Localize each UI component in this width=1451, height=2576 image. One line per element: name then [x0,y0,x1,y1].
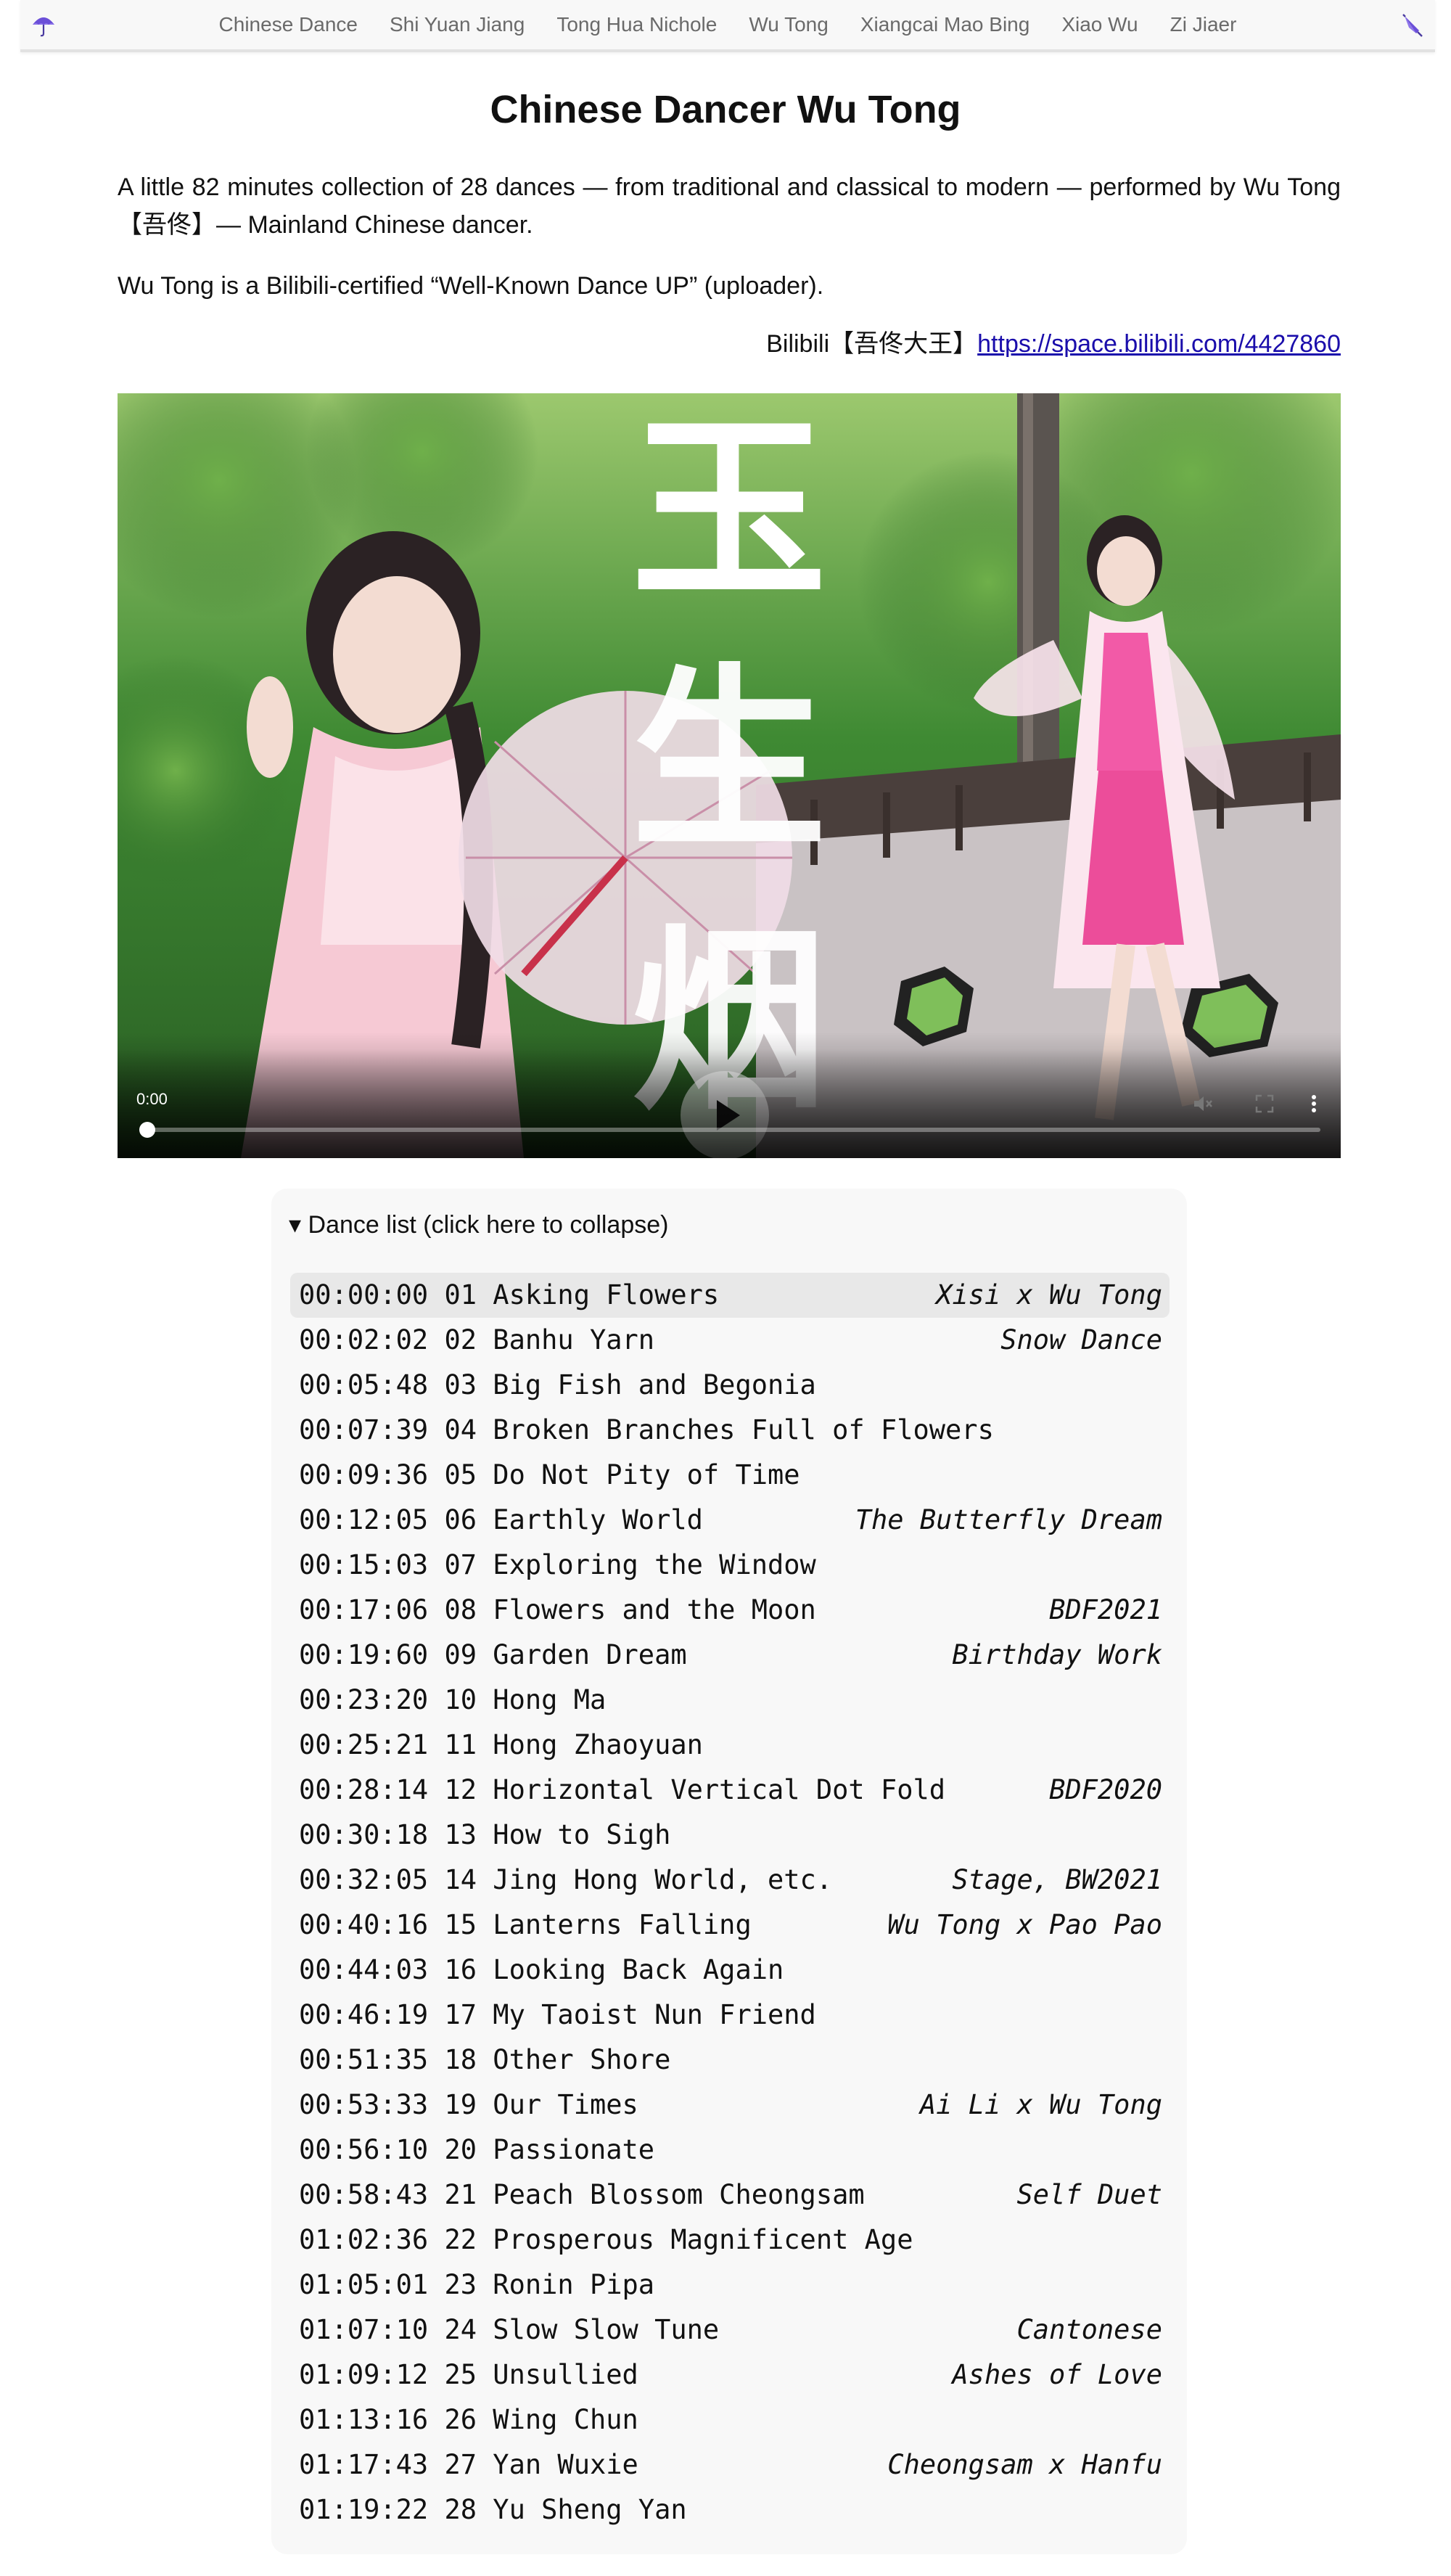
dance-title: 01:19:22 28 Yu Sheng Yan [299,2494,687,2525]
dance-note: The Butterfly Dream [855,1504,1162,1535]
dance-list-item[interactable]: 01:05:01 23 Ronin Pipa [290,2263,1170,2308]
dance-title: 00:32:05 14 Jing Hong World, etc. [299,1864,833,1895]
dance-title: 00:40:16 15 Lanterns Falling [299,1909,752,1940]
dance-note: Ai Li x Wu Tong [919,2089,1162,2120]
progress-knob[interactable] [139,1122,155,1138]
intro-paragraph: A little 82 minutes collection of 28 dan… [118,173,1341,239]
dance-list-item[interactable]: 00:17:06 08 Flowers and the Moon BDF2021 [290,1588,1170,1633]
dance-title: 01:17:43 27 Yan Wuxie [299,2449,638,2480]
bilibili-line: Bilibili【吾佟大王】https://space.bilibili.com… [118,325,1341,363]
dance-list-item[interactable]: 00:32:05 14 Jing Hong World, etc. Stage, … [290,1858,1170,1903]
dance-title: 00:44:03 16 Looking Back Again [299,1954,784,1985]
dance-title: 00:51:35 18 Other Shore [299,2044,671,2075]
dance-list: 00:00:00 01 Asking Flowers Xisi x Wu Tong… [290,1273,1170,2532]
dance-list-item[interactable]: 01:02:36 22 Prosperous Magnificent Age [290,2218,1170,2263]
certification-paragraph: Wu Tong is a Bilibili-certified “Well-Kn… [118,272,824,300]
dance-title: 01:13:16 26 Wing Chun [299,2404,638,2435]
dance-title: 00:17:06 08 Flowers and the Moon [299,1594,816,1625]
top-navigation: Chinese Dance Shi Yuan Jiang Tong Hua Ni… [20,0,1435,52]
mute-icon[interactable] [1191,1093,1213,1115]
nav-link-xiao-wu[interactable]: Xiao Wu [1061,13,1138,36]
dance-list-item[interactable]: 00:51:35 18 Other Shore [290,2038,1170,2083]
poster-calligraphy-1: 玉 [631,394,827,625]
video-controls [118,1049,1341,1158]
dance-title: 00:05:48 03 Big Fish and Begonia [299,1369,816,1400]
dance-title: 00:46:19 17 My Taoist Nun Friend [299,1999,816,2030]
dance-list-item[interactable]: 00:23:20 10 Hong Ma [290,1678,1170,1723]
dance-list-item[interactable]: 00:40:16 15 Lanterns Falling Wu Tong x Pa… [290,1903,1170,1948]
dance-list-item[interactable]: 00:05:48 03 Big Fish and Begonia [290,1363,1170,1408]
dance-title: 00:23:20 10 Hong Ma [299,1684,607,1715]
dance-title: 00:28:14 12 Horizontal Vertical Dot Fold [299,1774,946,1805]
video-poster: 玉 生 烟 [118,393,1341,1158]
dance-list-item[interactable]: 00:00:00 01 Asking Flowers Xisi x Wu Tong [290,1273,1170,1318]
dance-list-item[interactable]: 01:09:12 25 Unsullied Ashes of Love [290,2353,1170,2397]
dance-list-toggle[interactable]: ▾ Dance list (click here to collapse) [289,1210,668,1239]
dance-note: Stage, BW2021 [952,1864,1162,1895]
dance-list-item[interactable]: 00:02:02 02 Banhu Yarn Snow Dance [290,1318,1170,1363]
video-player[interactable]: 玉 生 烟 0:00 [118,393,1341,1158]
dance-list-item[interactable]: 00:28:14 12 Horizontal Vertical Dot Fold… [290,1768,1170,1813]
dance-title: 00:19:60 09 Garden Dream [299,1639,687,1670]
fullscreen-icon[interactable] [1254,1093,1275,1115]
dance-title: 00:30:18 13 How to Sigh [299,1819,671,1850]
poster-calligraphy-2: 生 [631,644,827,875]
dance-list-item[interactable]: 01:17:43 27 Yan Wuxie Cheongsam x Hanfu [290,2442,1170,2487]
dance-list-item[interactable]: 00:12:05 06 Earthly World The Butterfly D… [290,1498,1170,1543]
more-options-icon[interactable] [1303,1093,1325,1115]
nav-link-shi-yuan-jiang[interactable]: Shi Yuan Jiang [390,13,525,36]
dance-note: Cheongsam x Hanfu [887,2449,1162,2480]
dance-title: 00:58:43 21 Peach Blossom Cheongsam [299,2179,865,2210]
dance-note: Xisi x Wu Tong [936,1279,1162,1310]
nav-link-chinese-dance[interactable]: Chinese Dance [219,13,358,36]
nav-link-xiangcai-mao-bing[interactable]: Xiangcai Mao Bing [860,13,1029,36]
dance-list-item[interactable]: 00:19:60 09 Garden Dream Birthday Work [290,1633,1170,1678]
dance-list-item[interactable]: 00:25:21 11 Hong Zhaoyuan [290,1723,1170,1768]
dance-title: 01:07:10 24 Slow Slow Tune [299,2314,720,2345]
page-title: Chinese Dancer Wu Tong [490,88,961,131]
dance-title: 00:53:33 19 Our Times [299,2089,638,2120]
dance-note: Birthday Work [952,1639,1162,1670]
nav-link-tong-hua-nichole[interactable]: Tong Hua Nichole [556,13,717,36]
dance-list-item[interactable]: 01:19:22 28 Yu Sheng Yan [290,2487,1170,2532]
dance-list-item[interactable]: 00:53:33 19 Our Times Ai Li x Wu Tong [290,2083,1170,2128]
dance-title: 00:15:03 07 Exploring the Window [299,1549,816,1580]
dance-note: Self Duet [1016,2179,1162,2210]
nav-links: Chinese Dance Shi Yuan Jiang Tong Hua Ni… [20,0,1435,49]
dance-title: 00:12:05 06 Earthly World [299,1504,703,1535]
video-progress-bar[interactable] [139,1122,1320,1138]
dance-list-item[interactable]: 00:09:36 05 Do Not Pity of Time [290,1453,1170,1498]
closed-umbrella-icon[interactable] [1399,12,1425,38]
dance-note: Wu Tong x Pao Pao [887,1909,1162,1940]
dance-list-item[interactable]: 00:15:03 07 Exploring the Window [290,1543,1170,1588]
dance-list-item[interactable]: 00:56:10 20 Passionate [290,2128,1170,2173]
dance-note: BDF2020 [1049,1774,1162,1805]
dance-title: 00:02:02 02 Banhu Yarn [299,1324,655,1355]
nav-link-zi-jiaer[interactable]: Zi Jiaer [1170,13,1237,36]
current-time: 0:00 [136,1090,168,1108]
dance-title: 01:09:12 25 Unsullied [299,2359,638,2390]
dance-note: Cantonese [1016,2314,1162,2345]
dance-title: 00:25:21 11 Hong Zhaoyuan [299,1729,703,1760]
dance-title: 00:07:39 04 Broken Branches Full of Flow… [299,1414,994,1445]
dance-title: 00:09:36 05 Do Not Pity of Time [299,1459,800,1490]
bilibili-link[interactable]: https://space.bilibili.com/4427860 [977,330,1341,358]
dance-list-item[interactable]: 00:07:39 04 Broken Branches Full of Flow… [290,1408,1170,1453]
dance-note: Ashes of Love [952,2359,1162,2390]
nav-link-wu-tong[interactable]: Wu Tong [749,13,828,36]
dance-list-item[interactable]: 01:07:10 24 Slow Slow Tune Cantonese [290,2308,1170,2353]
dance-note: Snow Dance [1000,1324,1162,1355]
dance-list-item[interactable]: 00:46:19 17 My Taoist Nun Friend [290,1993,1170,2038]
dance-list-panel: ▾ Dance list (click here to collapse) 00… [271,1189,1187,2554]
dance-title: 01:05:01 23 Ronin Pipa [299,2269,655,2300]
dance-title: 00:56:10 20 Passionate [299,2134,655,2165]
dance-list-item[interactable]: 00:30:18 13 How to Sigh [290,1813,1170,1858]
dance-list-item[interactable]: 00:58:43 21 Peach Blossom Cheongsam Self … [290,2173,1170,2218]
dance-list-item[interactable]: 00:44:03 16 Looking Back Again [290,1948,1170,1993]
bilibili-label: Bilibili【吾佟大王】 [766,330,978,358]
dance-title: 01:02:36 22 Prosperous Magnificent Age [299,2224,913,2255]
dance-title: 00:00:00 01 Asking Flowers [299,1279,720,1310]
dance-note: BDF2021 [1049,1594,1162,1625]
dance-list-item[interactable]: 01:13:16 26 Wing Chun [290,2397,1170,2442]
